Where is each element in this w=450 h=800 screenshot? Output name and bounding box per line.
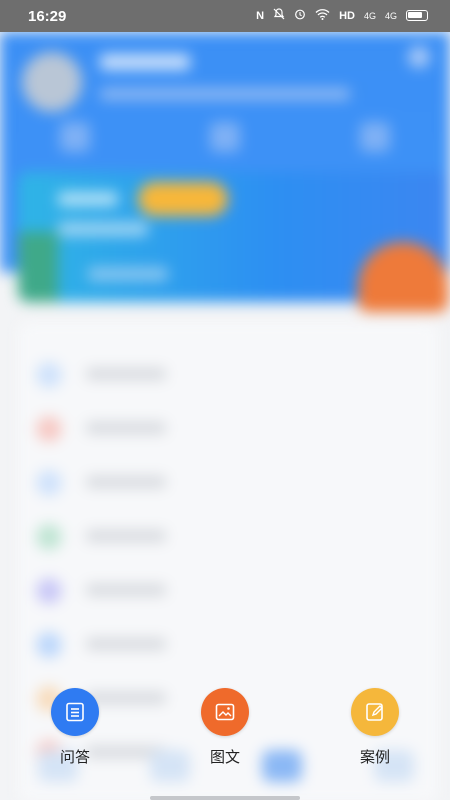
user-subtitle-placeholder xyxy=(100,88,350,100)
list-item-icon xyxy=(36,470,62,496)
list-icon xyxy=(66,702,84,722)
banner-tag xyxy=(138,182,228,216)
image-text-button[interactable] xyxy=(201,688,249,736)
stat-icon-1 xyxy=(60,122,90,152)
list-item xyxy=(36,468,416,498)
case-label: 案例 xyxy=(359,748,390,766)
list-item xyxy=(36,576,416,606)
wifi-icon xyxy=(315,8,330,23)
signal-4g-2: 4G xyxy=(384,10,397,21)
case-button[interactable] xyxy=(351,688,399,736)
banner-orange-decor xyxy=(358,242,448,312)
image-text-label: 图文 xyxy=(209,748,240,766)
publish-action-bar: 问答 图文 案例 xyxy=(0,680,450,770)
home-indicator[interactable] xyxy=(150,796,300,800)
hd-label: HD xyxy=(339,9,355,22)
list-item xyxy=(36,360,416,390)
action-case[interactable]: 案例 xyxy=(330,680,420,767)
qa-button[interactable] xyxy=(51,688,99,736)
list-item-label xyxy=(86,584,166,596)
list-item-label xyxy=(86,476,166,488)
list-item-label xyxy=(86,530,166,542)
action-qa[interactable]: 问答 xyxy=(30,680,120,767)
qa-label: 问答 xyxy=(59,748,90,766)
signal-4g-1: 4G xyxy=(363,10,376,21)
list-item-icon xyxy=(36,362,62,388)
username-placeholder xyxy=(100,54,190,70)
nfc-icon: N xyxy=(256,9,265,22)
list-item-icon xyxy=(36,632,62,658)
bell-off-icon xyxy=(273,8,285,23)
status-bar: 16:29 N HD 4G 4G xyxy=(0,0,450,32)
banner-green-decor xyxy=(18,232,58,302)
list-item-icon xyxy=(36,416,62,442)
gear-icon xyxy=(408,46,430,68)
list-item xyxy=(36,522,416,552)
image-icon xyxy=(215,703,235,721)
avatar xyxy=(22,52,82,112)
banner-text-3 xyxy=(88,267,168,281)
promo-banner xyxy=(18,172,448,312)
list-item xyxy=(36,414,416,444)
list-item-label xyxy=(86,422,166,434)
list-item xyxy=(36,630,416,660)
status-icons: N HD 4G 4G xyxy=(256,8,428,23)
list-item-icon xyxy=(36,524,62,550)
banner-text-1 xyxy=(58,192,118,206)
stat-icon-2 xyxy=(210,122,240,152)
list-item-label xyxy=(86,368,166,380)
edit-icon xyxy=(366,703,383,721)
list-item-label xyxy=(86,638,166,650)
action-image-text[interactable]: 图文 xyxy=(180,680,270,767)
list-item-icon xyxy=(36,578,62,604)
battery-icon xyxy=(406,10,428,21)
stat-icon-3 xyxy=(360,122,390,152)
status-time: 16:29 xyxy=(28,8,67,25)
banner-text-2 xyxy=(58,222,148,236)
alarm-icon xyxy=(294,8,306,23)
